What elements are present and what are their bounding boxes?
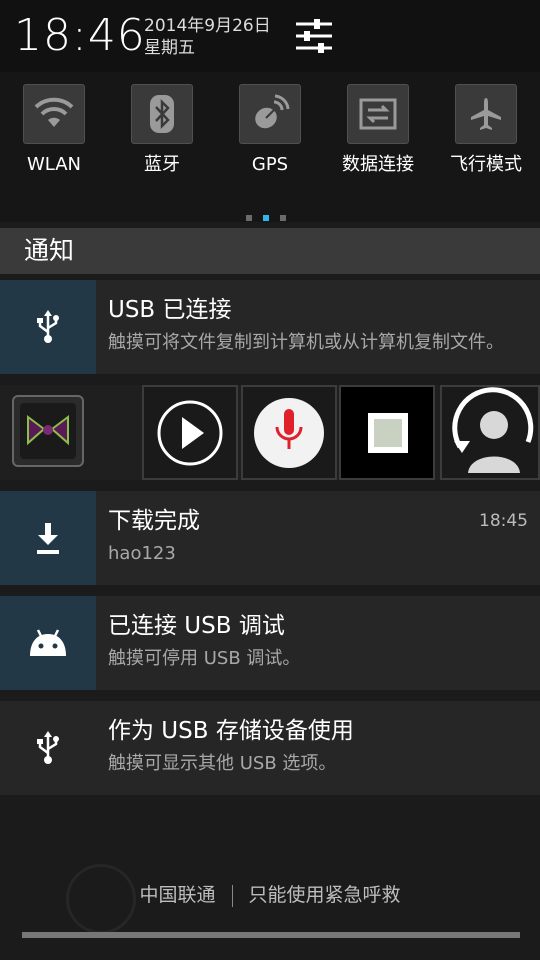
notification-time: 18:45 (479, 511, 528, 531)
weekday-text: 星期五 (144, 38, 195, 58)
status-header: 18:46 2014年9月26日 星期五 (0, 0, 540, 72)
media-controls-row (0, 385, 540, 480)
notifications-title: 通知 (24, 236, 75, 265)
stop-button[interactable] (339, 385, 435, 480)
quick-settings-panel: WLAN 蓝牙 GPS 数据连接 飞行模式 (0, 72, 540, 222)
notifications-header: 通知 (0, 228, 540, 274)
carrier-name: 中国联通 (139, 884, 216, 906)
toggle-gps[interactable]: GPS (220, 84, 320, 176)
android-icon (0, 596, 96, 690)
carrier-status: 中国联通 只能使用紧急呼救 (0, 880, 540, 907)
settings-sliders-button[interactable] (292, 16, 336, 56)
page-indicator (246, 206, 297, 225)
date-text: 2014年9月26日 (144, 16, 271, 36)
microphone-icon (254, 398, 324, 468)
user-sync-button[interactable] (440, 385, 540, 480)
toggle-label: 飞行模式 (450, 154, 522, 175)
notification-text: 触摸可显示其他 USB 选项。 (108, 753, 337, 774)
notification-title: 作为 USB 存储设备使用 (108, 718, 354, 744)
notification-usb-debugging[interactable]: 已连接 USB 调试 触摸可停用 USB 调试。 (0, 596, 540, 690)
app-icon[interactable] (12, 395, 84, 467)
notification-title: USB 已连接 (108, 297, 232, 323)
notification-usb-storage[interactable]: 作为 USB 存储设备使用 触摸可显示其他 USB 选项。 (0, 701, 540, 795)
notification-title: 已连接 USB 调试 (108, 613, 285, 639)
gps-icon (239, 84, 301, 144)
stop-icon (368, 413, 408, 453)
emergency-only-text: 只能使用紧急呼救 (248, 884, 401, 906)
voice-input-button[interactable] (241, 385, 337, 480)
data-connection-icon (347, 84, 409, 144)
drag-handle[interactable] (22, 932, 520, 938)
notification-text: 触摸可将文件复制到计算机或从计算机复制文件。 (108, 332, 504, 353)
toggle-wlan[interactable]: WLAN (4, 84, 104, 176)
notification-text: hao123 (108, 543, 176, 564)
clock-time: 18:46 (14, 10, 146, 61)
play-icon (157, 400, 223, 466)
sliders-icon (296, 19, 332, 53)
wifi-icon (23, 84, 85, 144)
toggle-bluetooth[interactable]: 蓝牙 (112, 84, 212, 176)
notification-text: 触摸可停用 USB 调试。 (108, 648, 301, 669)
toggle-label: 蓝牙 (144, 154, 180, 175)
page-dot (246, 215, 252, 221)
page-dot (280, 215, 286, 221)
toggle-label: 数据连接 (342, 154, 414, 175)
page-dot-active (263, 215, 269, 221)
divider (231, 884, 233, 907)
usb-icon (0, 280, 96, 374)
toggle-airplane[interactable]: 飞行模式 (436, 84, 536, 176)
notification-title: 下载完成 (108, 508, 200, 534)
bluetooth-icon (131, 84, 193, 144)
user-refresh-icon (452, 387, 534, 473)
toggle-data-connection[interactable]: 数据连接 (328, 84, 428, 176)
play-button[interactable] (142, 385, 238, 480)
toggle-label: WLAN (26, 154, 82, 175)
notification-usb-connected[interactable]: USB 已连接 触摸可将文件复制到计算机或从计算机复制文件。 (0, 280, 540, 374)
airplane-icon (455, 84, 517, 144)
toggle-label: GPS (251, 154, 289, 175)
usb-icon (0, 701, 96, 795)
download-icon (0, 491, 96, 585)
notification-download-complete[interactable]: 下载完成 hao123 18:45 (0, 491, 540, 585)
